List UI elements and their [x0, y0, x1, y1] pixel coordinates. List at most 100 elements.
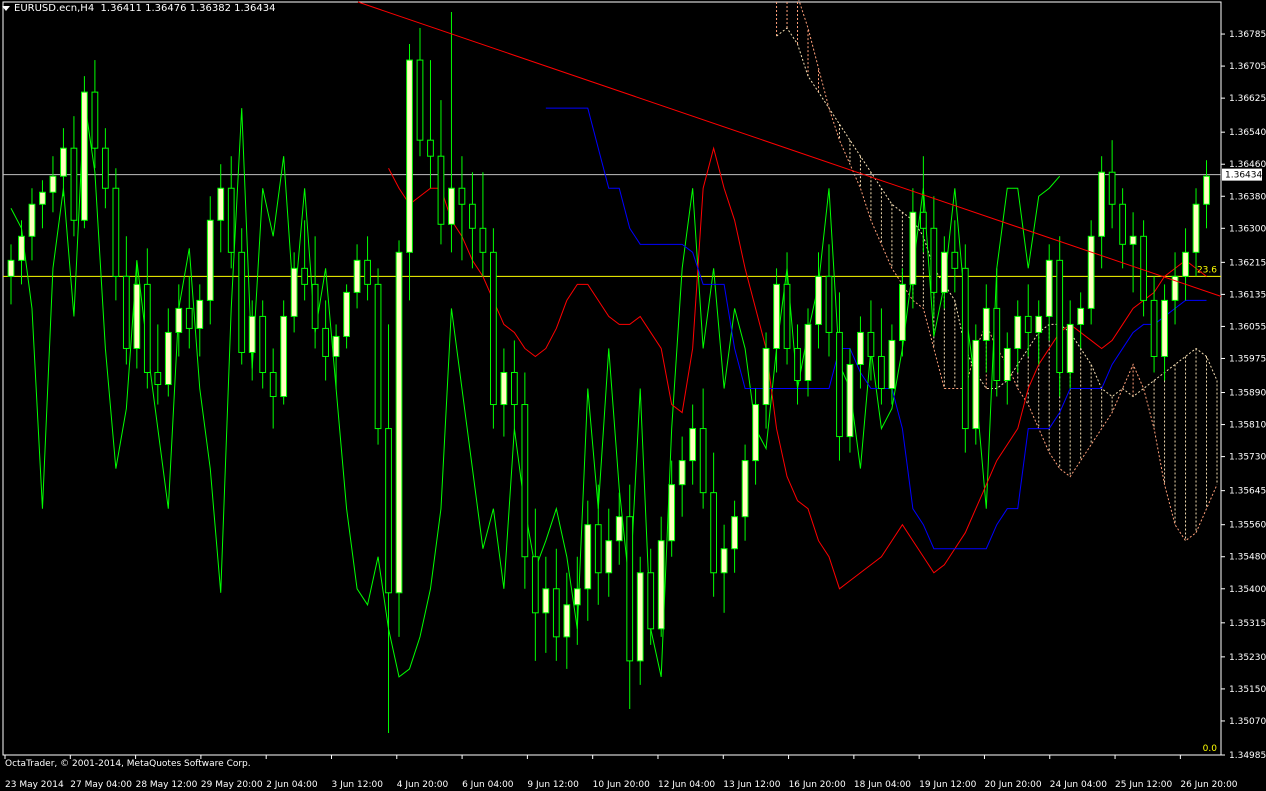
candle-body [731, 516, 738, 550]
candle-body [101, 147, 109, 189]
candle-body [206, 219, 214, 301]
candle-body [290, 267, 298, 317]
candle-body [909, 211, 917, 285]
candle-body [510, 371, 518, 406]
y-axis-tick-label: 1.34985 [1229, 751, 1266, 761]
candle-body [699, 428, 707, 494]
x-axis-tick-label: 28 May 12:00 [136, 780, 198, 790]
candle-body [1087, 235, 1095, 309]
x-axis-tick-label: 6 Jun 04:00 [462, 780, 514, 790]
ohlc-readout: 1.36411 1.36476 1.36382 1.36434 [100, 3, 276, 14]
x-axis-tick-label: 3 Jun 12:00 [331, 780, 383, 790]
y-axis-tick-label: 1.36300 [1229, 224, 1266, 234]
candle-body [615, 516, 623, 542]
candle-body [710, 492, 718, 574]
candle-body [60, 147, 67, 177]
x-axis-tick-label: 27 May 04:00 [70, 780, 132, 790]
trendline [357, 1, 1222, 297]
candle-body [479, 227, 487, 253]
candle-body [1056, 259, 1064, 373]
candle-body [857, 331, 864, 365]
price-chart[interactable]: 23.6 0.0 1.36785 1.36705 1.36625 1.36540 1.364… [0, 0, 1266, 791]
candle-body [175, 307, 183, 333]
plot-frame [2, 1, 1222, 756]
candle-body [919, 211, 927, 229]
candle-body [112, 187, 120, 277]
y-axis-tick-label: 1.35480 [1229, 553, 1266, 563]
candle-body [133, 283, 141, 349]
y-axis-tick-label: 1.35070 [1229, 717, 1266, 727]
candle-body [1150, 299, 1158, 357]
candle-body [815, 275, 822, 325]
candle-body [164, 331, 172, 386]
x-axis-tick-label: 10 Jun 20:00 [593, 780, 650, 790]
candle-body [626, 516, 634, 662]
candle-body [961, 267, 969, 430]
candle-body [899, 283, 906, 341]
candle-body [1035, 315, 1043, 333]
y-axis-tick-label: 1.36705 [1229, 62, 1266, 72]
candle-body [930, 227, 938, 293]
dropdown-triangle-icon[interactable] [2, 5, 10, 11]
candle-body [657, 540, 665, 630]
candle-body [993, 307, 1001, 382]
y-axis-tick-label: 1.35230 [1229, 653, 1266, 663]
candle-body [185, 307, 193, 329]
candle-body [7, 259, 15, 277]
candle-body [720, 548, 728, 574]
candle-body [406, 59, 413, 253]
x-axis-tick-label: 26 Jun 20:00 [1180, 780, 1237, 790]
x-axis-tick-label: 16 Jun 20:00 [789, 780, 846, 790]
candle-body [762, 347, 770, 406]
candle-body [91, 91, 99, 149]
candle-body [1098, 171, 1106, 237]
y-axis-tick-label: 1.35560 [1229, 521, 1266, 531]
candle-body [605, 540, 613, 574]
candle-body [385, 428, 392, 594]
candle-body [1140, 235, 1147, 301]
candle-body [1192, 203, 1200, 253]
y-axis-tick-label: 1.35810 [1229, 421, 1266, 431]
candle-body [594, 524, 602, 574]
candle-body [81, 91, 88, 221]
candle-body [1129, 235, 1137, 245]
x-axis-tick-label: 20 Jun 20:00 [984, 780, 1041, 790]
candle-body [584, 524, 592, 590]
candle-body [332, 335, 340, 357]
candle-body [1203, 175, 1210, 205]
y-axis-tick-label: 1.35315 [1229, 619, 1266, 629]
candle-body [196, 299, 204, 329]
candle-body [846, 363, 854, 438]
candle-body [469, 203, 476, 229]
candle-body [259, 315, 267, 373]
candle-body [647, 572, 655, 630]
y-axis-tick-label: 1.35890 [1229, 389, 1266, 399]
candle-body [238, 251, 246, 353]
candle-body [70, 147, 78, 221]
candle-body [573, 588, 581, 606]
candle-body [280, 315, 288, 398]
candle-body [940, 251, 948, 293]
x-axis-tick-label: 19 Jun 12:00 [919, 780, 976, 790]
candle-body [773, 283, 780, 349]
candle-body [39, 191, 46, 205]
candle-body [322, 327, 329, 357]
candle-body [825, 275, 833, 333]
fib-0-label: 0.0 [1203, 744, 1218, 754]
candle-body [1108, 171, 1116, 205]
candle-body [269, 371, 277, 398]
y-axis-tick-label: 1.36135 [1229, 290, 1266, 300]
candle-body [490, 251, 497, 406]
y-axis-tick-label: 1.36380 [1229, 192, 1266, 202]
candle-body [1045, 259, 1053, 317]
candle-body [122, 275, 130, 349]
x-axis-tick-label: 25 Jun 12:00 [1115, 780, 1172, 790]
candle-body [741, 460, 749, 518]
copyright-text: OctaTrader, © 2001-2014, MetaQuotes Soft… [5, 759, 251, 769]
candle-body [248, 315, 256, 353]
candle-body [951, 251, 959, 269]
candle-body [783, 283, 791, 349]
candle-body [804, 323, 812, 382]
candle-body [49, 175, 57, 193]
candle-body [552, 588, 560, 638]
